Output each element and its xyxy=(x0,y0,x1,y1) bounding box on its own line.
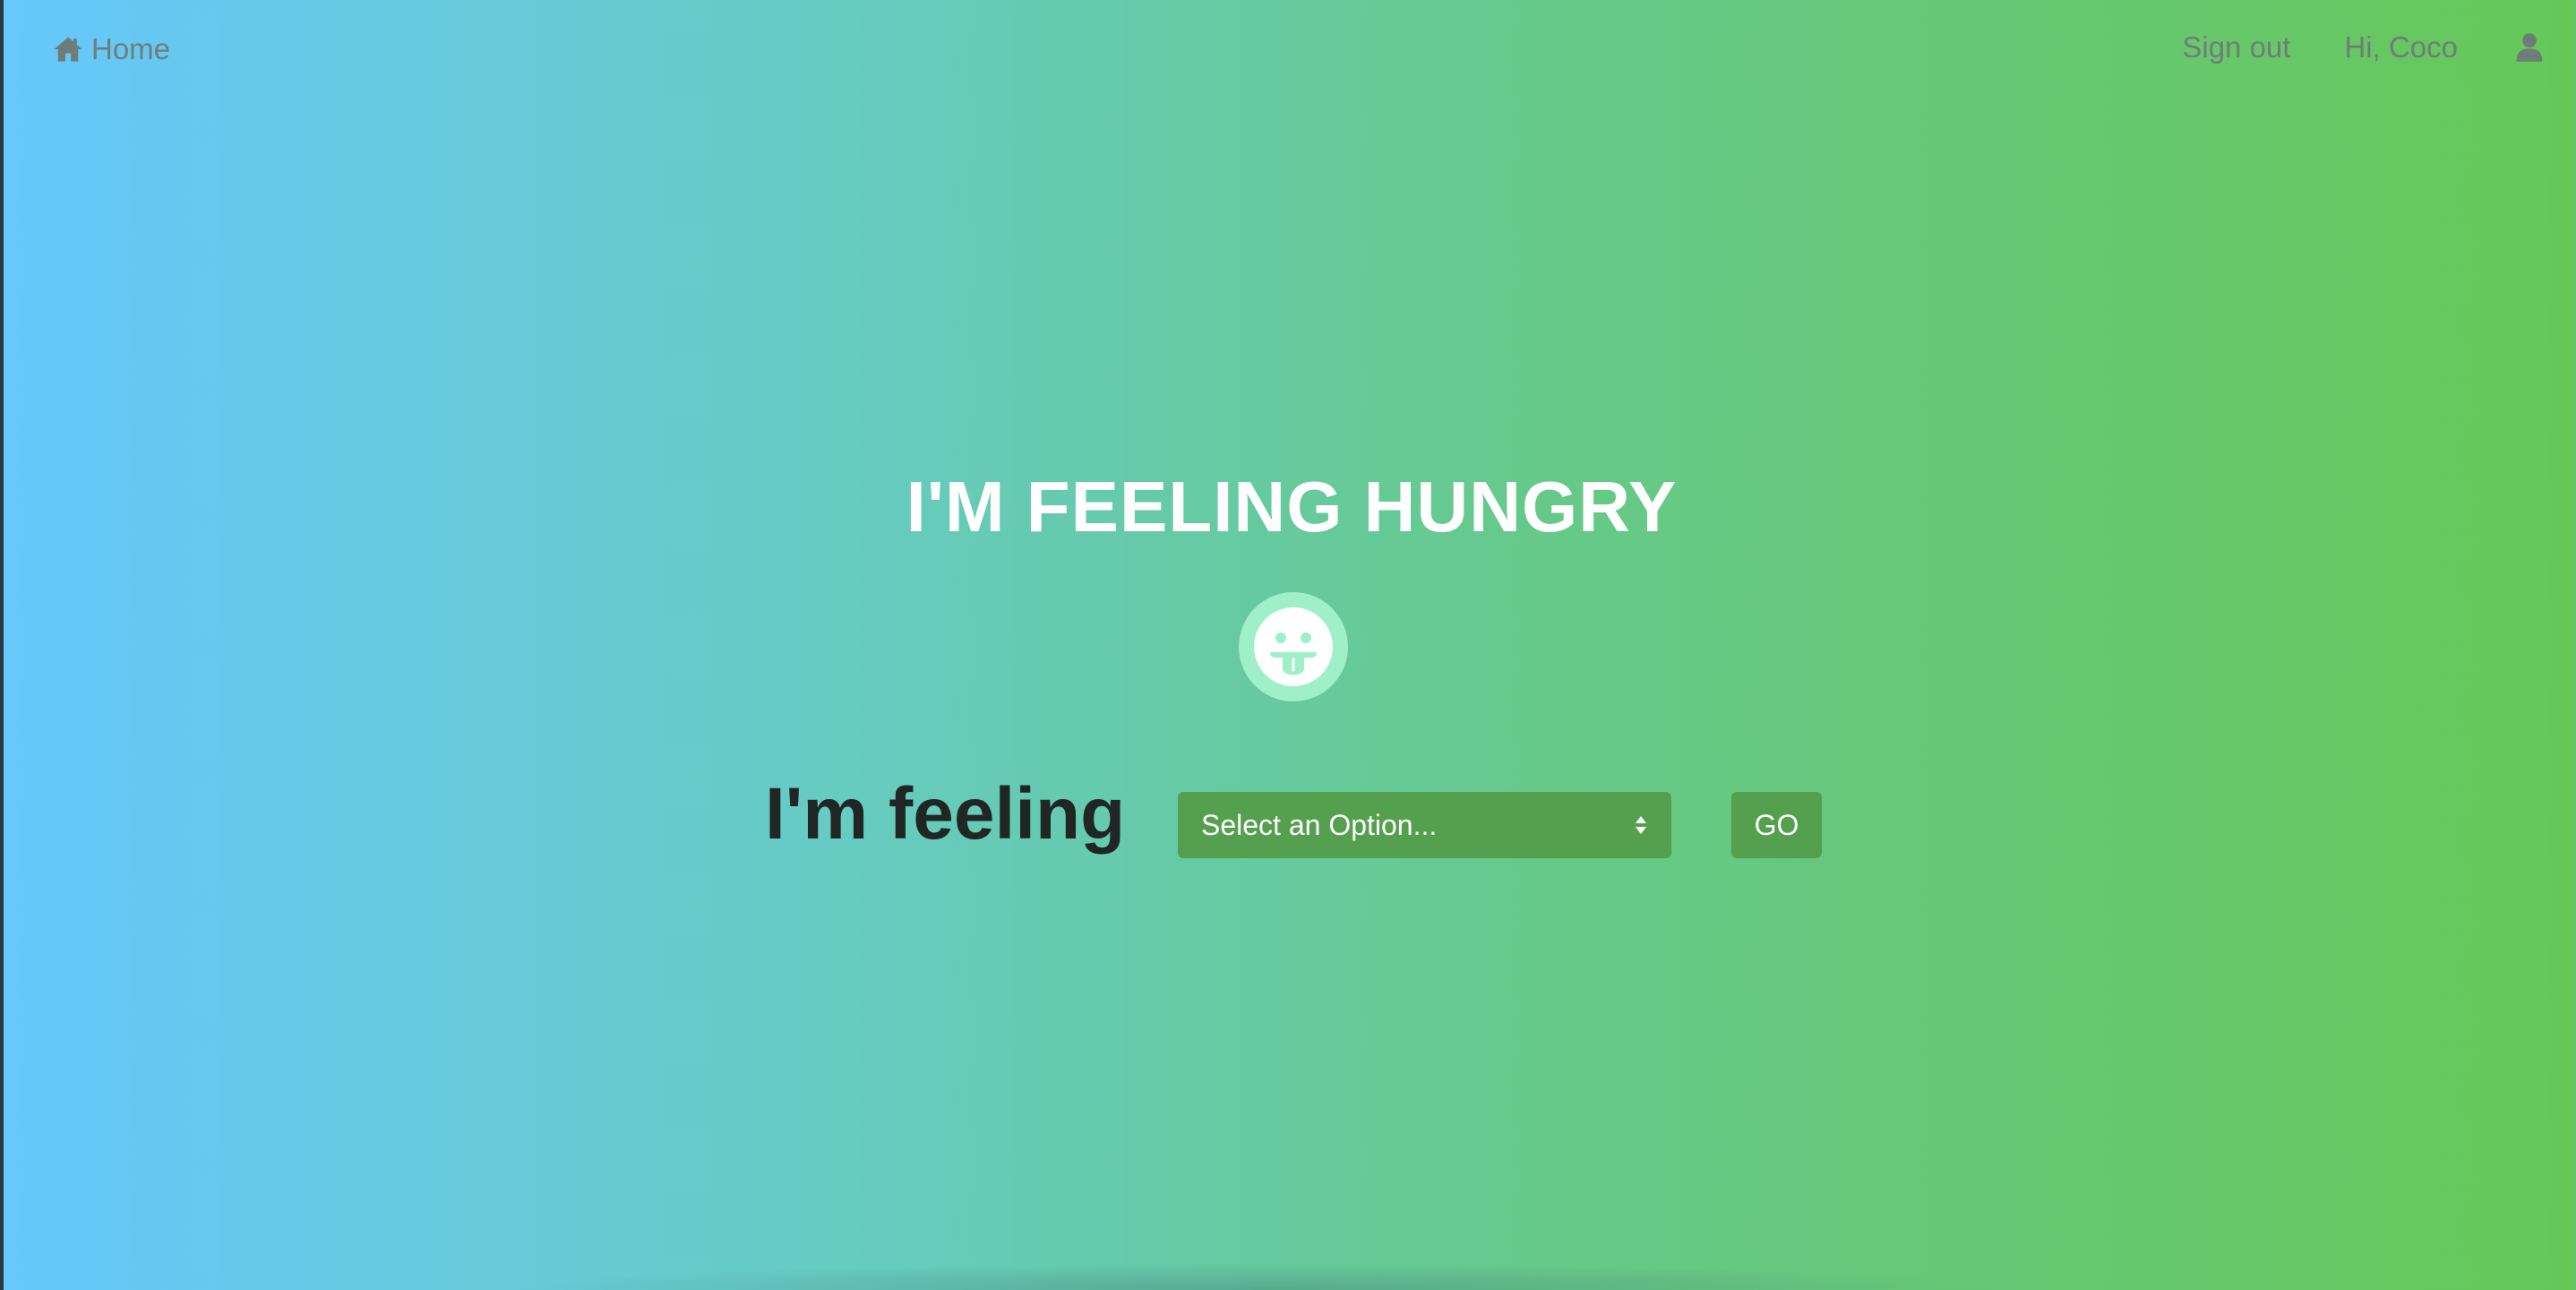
bottom-shadow xyxy=(502,1263,2024,1290)
top-navbar: Home Sign out Hi, Coco xyxy=(0,0,2576,104)
user-icon[interactable] xyxy=(2515,32,2544,63)
page-title: I'M FEELING HUNGRY xyxy=(906,467,1678,546)
window-left-edge xyxy=(0,0,4,1290)
home-link[interactable]: Home xyxy=(52,32,170,66)
home-label: Home xyxy=(91,32,171,65)
feeling-label: I'm feeling xyxy=(765,773,1126,855)
emoji-badge xyxy=(1239,592,1348,701)
nav-right-group: Sign out Hi, Coco xyxy=(2182,30,2544,64)
mood-select-value: Select an Option... xyxy=(1201,808,1438,841)
tongue-out-face-icon xyxy=(1252,606,1335,688)
go-button[interactable]: GO xyxy=(1731,792,1822,858)
mood-select[interactable]: Select an Option... xyxy=(1178,792,1671,858)
sign-out-link[interactable]: Sign out xyxy=(2182,30,2290,64)
select-updown-icon xyxy=(1634,814,1648,836)
user-greeting-link[interactable]: Hi, Coco xyxy=(2344,30,2458,64)
home-icon xyxy=(52,33,84,65)
